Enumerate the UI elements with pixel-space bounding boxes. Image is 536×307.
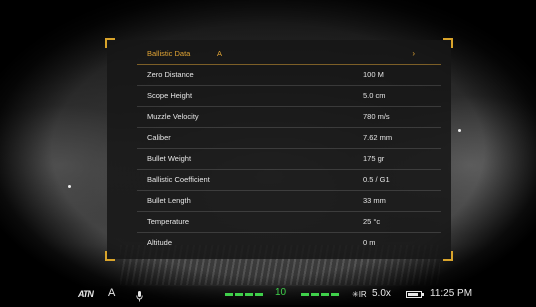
menu-item-value: 33 mm [363,196,386,205]
ballistic-menu-panel: Ballistic Data A › Zero Distance 100 M S… [105,38,453,261]
menu-item-value: 5.0 cm [363,91,386,100]
menu-item-scope-height[interactable]: Scope Height 5.0 cm [137,86,441,107]
corner-bracket-top-right [443,38,453,48]
level-segment [235,293,243,296]
menu-item-label: Bullet Weight [147,154,192,163]
menu-item-altitude[interactable]: Altitude 0 m [137,233,441,253]
menu-item-label: Caliber [147,133,171,142]
menu-item-label: Bullet Length [147,196,191,205]
menu-item-value: 100 M [363,70,384,79]
menu-item-value: 0.5 / G1 [363,175,390,184]
ir-indicator: ✳IR [352,290,367,299]
brand-logo: ATN [78,289,94,299]
corner-bracket-bottom-left [105,251,115,261]
menu-item-label: Altitude [147,238,173,247]
profile-mode-label: A [217,49,223,58]
menu-item-bullet-length[interactable]: Bullet Length 33 mm [137,191,441,212]
corner-bracket-top-left [105,38,115,48]
menu-header-ballistic-data[interactable]: Ballistic Data A › [137,44,441,65]
level-segment [255,293,263,296]
menu-item-label: Zero Distance [147,70,194,79]
corner-bracket-bottom-right [443,251,453,261]
level-segment [245,293,253,296]
menu-item-label: Scope Height [147,91,193,100]
menu-item-label: Ballistic Coefficient [147,175,210,184]
menu-item-caliber[interactable]: Caliber 7.62 mm [137,128,441,149]
battery-tip [422,293,424,296]
menu-header-label: Ballistic Data [147,49,191,58]
level-value: 10 [275,287,287,298]
menu-item-value: 0 m [363,238,376,247]
level-segment [301,293,309,296]
menu-item-muzzle-velocity[interactable]: Muzzle Velocity 780 m/s [137,107,441,128]
chevron-right-icon: › [412,49,415,58]
menu-item-zero-distance[interactable]: Zero Distance 100 M [137,65,441,86]
ir-label: IR [358,290,367,299]
clock-time: 11:25 PM [430,288,473,299]
zoom-level: 5.0x [372,288,391,299]
menu-list: Ballistic Data A › Zero Distance 100 M S… [137,44,441,253]
microphone-icon [136,289,143,307]
battery-icon [406,291,424,298]
level-segment [321,293,329,296]
battery-fill [408,293,418,296]
menu-item-label: Temperature [147,217,190,226]
level-segment [311,293,319,296]
menu-item-bullet-weight[interactable]: Bullet Weight 175 gr [137,149,441,170]
menu-item-value: 175 gr [363,154,385,163]
level-segment [331,293,339,296]
menu-item-value: 7.62 mm [363,133,393,142]
menu-item-value: 25 °c [363,217,381,226]
menu-item-value: 780 m/s [363,112,390,121]
status-mode-letter: A [108,287,116,299]
menu-item-temperature[interactable]: Temperature 25 °c [137,212,441,233]
level-segment [225,293,233,296]
menu-item-ballistic-coefficient[interactable]: Ballistic Coefficient 0.5 / G1 [137,170,441,191]
menu-item-label: Muzzle Velocity [147,112,199,121]
